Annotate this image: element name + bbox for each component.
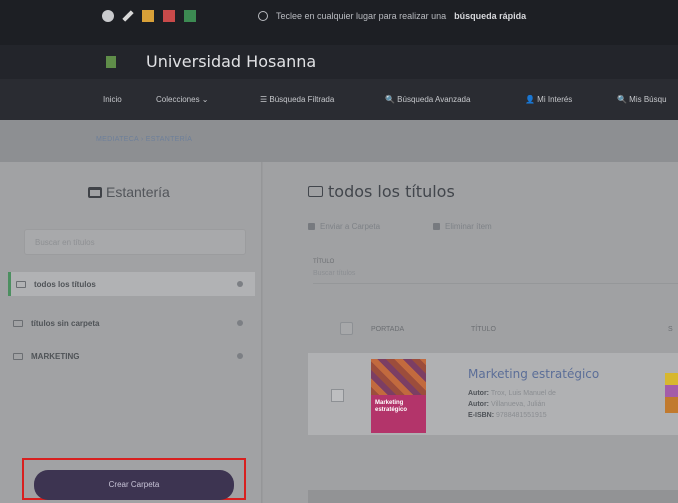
folder-count-badge <box>237 353 243 359</box>
table-row: Marketing estratégico Marketing estratég… <box>308 353 678 435</box>
author-value: Trox, Luis Manuel de <box>490 390 556 397</box>
university-name[interactable]: Universidad Hosanna <box>146 52 316 71</box>
top-icons <box>102 10 196 22</box>
create-folder-button[interactable]: Crear Carpeta <box>34 470 234 500</box>
column-portada: PORTADA <box>371 326 405 333</box>
status-swatch <box>665 373 678 385</box>
folder-icon <box>16 280 26 288</box>
folder-label: MARKETING <box>31 351 80 361</box>
inbox-icon <box>88 186 102 198</box>
folder-label: todos los títulos <box>34 279 96 289</box>
quick-search-hint[interactable]: Teclee en cualquier lugar para realizar … <box>258 11 526 21</box>
nav-busqueda-filtrada[interactable]: ☰ Búsqueda Filtrada <box>260 95 334 104</box>
flag-brazil-icon[interactable] <box>184 10 196 22</box>
university-logo[interactable] <box>106 56 116 68</box>
author-1: Autor: Trox, Luis Manuel de <box>468 390 556 397</box>
page-title: todos los títulos <box>308 182 455 201</box>
author-label: Autor: <box>468 401 489 408</box>
column-s: S <box>668 326 673 333</box>
folder-open-icon <box>308 186 323 197</box>
nav-mis-busquedas[interactable]: 🔍 Mis Búsqu <box>617 95 667 104</box>
quick-search-bold: búsqueda rápida <box>454 11 527 21</box>
main-nav: Inicio Colecciones ⌄ ☰ Búsqueda Filtrada… <box>0 79 678 120</box>
folder-icon <box>13 352 23 360</box>
book-cover[interactable]: Marketing estratégico <box>371 359 426 433</box>
shelf-title-text: Estantería <box>106 184 170 200</box>
book-title-link[interactable]: Marketing estratégico <box>468 367 599 381</box>
breadcrumb[interactable]: MEDIATECA › ESTANTERÍA <box>96 136 192 143</box>
main-content: todos los títulos Enviar a Carpeta Elimi… <box>263 162 678 503</box>
folder-marketing[interactable]: MARKETING <box>8 344 255 368</box>
sidebar: Estantería Buscar en títulos todos los t… <box>0 162 262 503</box>
bottom-strip <box>308 490 678 503</box>
nav-mi-interes[interactable]: 👤 Mi Interés <box>525 95 572 104</box>
nav-colecciones[interactable]: Colecciones ⌄ <box>156 95 209 104</box>
pencil-icon[interactable] <box>122 10 134 22</box>
send-to-folder-label: Enviar a Carpeta <box>320 222 381 231</box>
create-folder-highlight: Crear Carpeta <box>22 458 246 500</box>
flag-spain-icon[interactable] <box>142 10 154 22</box>
flag-usa-icon[interactable] <box>163 10 175 22</box>
quick-search-text: Teclee en cualquier lugar para realizar … <box>276 11 447 21</box>
folder-search-input[interactable]: Buscar en títulos <box>24 229 246 255</box>
remove-item-label: Eliminar ítem <box>445 222 492 231</box>
folder-count-badge <box>237 320 243 326</box>
isbn: E-ISBN: 9788481551915 <box>468 412 547 419</box>
column-titulo: TÍTULO <box>471 326 496 333</box>
trash-icon <box>433 223 440 230</box>
folder-icon <box>13 319 23 327</box>
status-swatch <box>665 385 678 397</box>
title-filter-input[interactable]: Buscar títulos <box>313 270 678 284</box>
folder-label: títulos sin carpeta <box>31 318 100 328</box>
status-swatch <box>665 397 678 413</box>
folder-count-badge <box>237 281 243 287</box>
isbn-label: E-ISBN: <box>468 412 495 419</box>
author-label: Autor: <box>468 390 489 397</box>
globe-icon[interactable] <box>102 10 114 22</box>
row-checkbox[interactable] <box>331 389 344 402</box>
brand-bar: Universidad Hosanna <box>0 45 678 79</box>
search-icon <box>258 11 268 21</box>
send-to-folder-button[interactable]: Enviar a Carpeta <box>308 222 380 231</box>
send-folder-icon <box>308 223 315 230</box>
folder-sin-carpeta[interactable]: títulos sin carpeta <box>8 311 255 335</box>
author-value: Villanueva, Julián <box>490 401 546 408</box>
remove-item-button[interactable]: Eliminar ítem <box>433 222 492 231</box>
cover-artwork <box>371 359 426 395</box>
title-filter-label: TÍTULO <box>313 259 335 265</box>
shelf-title: Estantería <box>88 184 170 200</box>
breadcrumb-bar: MEDIATECA › ESTANTERÍA <box>0 120 678 162</box>
cover-title: Marketing estratégico <box>375 400 408 413</box>
page-title-text: todos los títulos <box>328 182 455 201</box>
nav-inicio[interactable]: Inicio <box>103 95 122 104</box>
select-all-checkbox[interactable] <box>340 322 353 335</box>
author-2: Autor: Villanueva, Julián <box>468 401 545 408</box>
folder-todos[interactable]: todos los títulos <box>8 272 255 296</box>
isbn-value: 9788481551915 <box>496 412 547 419</box>
top-bar: Teclee en cualquier lugar para realizar … <box>0 0 678 45</box>
nav-busqueda-avanzada[interactable]: 🔍 Búsqueda Avanzada <box>385 95 470 104</box>
